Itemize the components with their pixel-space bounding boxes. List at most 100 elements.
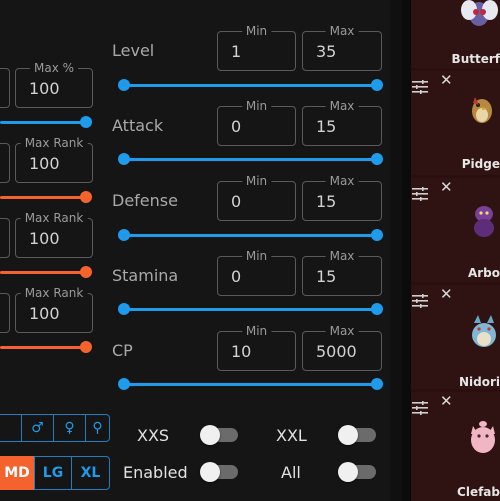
defense-slider-track[interactable] [124, 234, 377, 237]
level-min-field[interactable]: Min 1 [217, 24, 296, 71]
size-md-button[interactable]: MD [0, 456, 34, 490]
slider-thumb[interactable] [80, 191, 92, 203]
size-lg-button[interactable]: LG [34, 456, 72, 490]
partial-min-field-2[interactable] [0, 143, 10, 183]
max-rank-field-2[interactable]: Max Rank 100 [15, 211, 93, 258]
field-label: Max Rank [20, 136, 88, 150]
field-label: Max Rank [20, 211, 88, 225]
toggle-label-xxl: XXL [276, 426, 307, 445]
slider-thumb[interactable] [80, 116, 92, 128]
xxs-toggle[interactable] [200, 425, 238, 445]
toggle-label-enabled: Enabled [123, 463, 188, 482]
cp-min-field[interactable]: Min 10 [217, 324, 296, 371]
pokemon-card[interactable]: Butterf [411, 0, 500, 68]
partial-min-field-3[interactable] [0, 218, 10, 258]
field-value: 100 [29, 229, 60, 248]
defense-max-field[interactable]: Max 15 [302, 174, 382, 221]
field-value: 0 [231, 192, 242, 211]
pokemon-card[interactable]: ✕ Arbo [411, 178, 500, 282]
field-label: Max [325, 24, 359, 38]
field-value: 15 [316, 117, 337, 136]
slider-track[interactable] [0, 196, 86, 199]
stamina-max-field[interactable]: Max 15 [302, 249, 382, 296]
field-label: Min [241, 24, 272, 38]
pokemon-card[interactable]: ✕ Pidge [411, 71, 500, 175]
stamina-slider-track[interactable] [124, 308, 377, 311]
all-toggle[interactable] [338, 462, 376, 482]
defense-min-field[interactable]: Min 0 [217, 174, 296, 221]
close-icon[interactable]: ✕ [440, 394, 453, 409]
field-label: Max [325, 99, 359, 113]
panel-edge [402, 0, 411, 501]
stamina-min-field[interactable]: Min 0 [217, 249, 296, 296]
field-value: 100 [29, 154, 60, 173]
level-slider-min-thumb[interactable] [118, 79, 130, 91]
field-value: 1 [231, 42, 242, 61]
slider-track[interactable] [0, 346, 86, 349]
attack-slider-max-thumb[interactable] [371, 153, 383, 165]
toggle-thumb [338, 462, 358, 482]
pokemon-card[interactable]: ✕ Nidori [411, 285, 500, 389]
field-value: 15 [316, 192, 337, 211]
level-max-field[interactable]: Max 35 [302, 24, 382, 71]
pokemon-name: Nidori [458, 375, 500, 389]
enabled-toggle[interactable] [200, 462, 238, 482]
size-label: LG [42, 465, 64, 481]
cp-slider-track[interactable] [124, 383, 377, 386]
field-label: Max [325, 249, 359, 263]
close-icon[interactable]: ✕ [440, 73, 453, 88]
defense-slider-max-thumb[interactable] [371, 229, 383, 241]
max-percent-field[interactable]: Max % 100 [15, 61, 93, 108]
field-value: 100 [29, 79, 60, 98]
pokemon-sprite [461, 0, 498, 26]
field-label: Min [241, 249, 272, 263]
partial-min-field-1[interactable] [0, 68, 10, 108]
stamina-slider-max-thumb[interactable] [371, 303, 383, 315]
cp-max-field[interactable]: Max 5000 [302, 324, 382, 371]
partial-min-field-4[interactable] [0, 293, 10, 333]
field-label: Min [241, 99, 272, 113]
pokemon-sprite [472, 315, 496, 347]
slider-track[interactable] [0, 121, 86, 124]
stat-label-stamina: Stamina [112, 266, 179, 285]
toggle-thumb [338, 425, 358, 445]
pokemon-name: Butterf [451, 52, 500, 66]
close-icon[interactable]: ✕ [440, 287, 453, 302]
pokemon-card[interactable]: ✕ Clefab [411, 392, 500, 501]
level-slider-track[interactable] [124, 84, 377, 87]
attack-slider-min-thumb[interactable] [118, 153, 130, 165]
field-label: Max [325, 324, 359, 338]
field-value: 35 [316, 42, 337, 61]
gender-any-button[interactable] [0, 414, 21, 442]
field-label: Max [325, 174, 359, 188]
max-rank-field-1[interactable]: Max Rank 100 [15, 136, 93, 183]
size-xl-button[interactable]: XL [71, 456, 110, 490]
tune-icon[interactable] [412, 294, 428, 308]
close-icon[interactable]: ✕ [440, 180, 453, 195]
female-button[interactable]: ♀ [53, 414, 86, 442]
panel-divider [390, 0, 402, 501]
pokemon-sprite [474, 206, 494, 237]
stat-label-defense: Defense [112, 191, 178, 210]
slider-track[interactable] [0, 271, 86, 274]
field-label: Max Rank [20, 286, 88, 300]
tune-icon[interactable] [412, 80, 428, 94]
male-button[interactable]: ♂ [21, 414, 54, 442]
stat-label-attack: Attack [112, 116, 164, 135]
defense-slider-min-thumb[interactable] [118, 229, 130, 241]
cp-slider-min-thumb[interactable] [118, 378, 130, 390]
genderless-button[interactable]: ⚲ [85, 414, 110, 442]
max-rank-field-3[interactable]: Max Rank 100 [15, 286, 93, 333]
size-label: MD [4, 465, 30, 481]
slider-thumb[interactable] [80, 341, 92, 353]
xxl-toggle[interactable] [338, 425, 376, 445]
stamina-slider-min-thumb[interactable] [118, 303, 130, 315]
level-slider-max-thumb[interactable] [371, 79, 383, 91]
cp-slider-max-thumb[interactable] [371, 378, 383, 390]
attack-max-field[interactable]: Max 15 [302, 99, 382, 146]
attack-slider-track[interactable] [124, 158, 377, 161]
attack-min-field[interactable]: Min 0 [217, 99, 296, 146]
slider-thumb[interactable] [80, 266, 92, 278]
tune-icon[interactable] [412, 401, 428, 415]
tune-icon[interactable] [412, 187, 428, 201]
